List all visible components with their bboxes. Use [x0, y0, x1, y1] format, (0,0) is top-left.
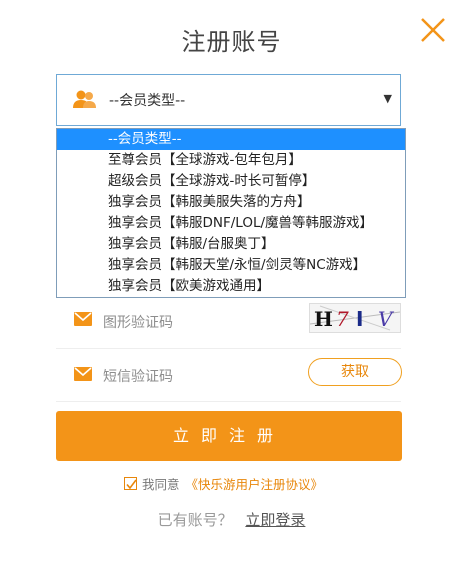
member-type-option[interactable]: 独享会员【韩服美服失落的方舟】 [57, 192, 405, 213]
chevron-down-icon: ▼ [383, 92, 392, 105]
login-link[interactable]: 立即登录 [245, 511, 305, 529]
member-type-option[interactable]: 独享会员【韩服DNF/LOL/魔兽等韩服游戏】 [57, 213, 405, 234]
login-row: 已有账号？ 立即登录 [0, 509, 463, 530]
register-button[interactable]: 立即注册 [56, 411, 402, 461]
svg-text:H: H [314, 307, 333, 331]
envelope-icon [74, 367, 92, 381]
login-prompt: 已有账号？ [157, 511, 233, 529]
agreement-checkbox[interactable] [124, 477, 137, 490]
captcha-label: 图形验证码 [103, 315, 173, 331]
sms-label: 短信验证码 [103, 369, 173, 385]
get-sms-code-button[interactable]: 获取 [308, 358, 402, 386]
member-type-value: --会员类型-- [109, 93, 186, 109]
close-icon[interactable] [418, 15, 448, 45]
captcha-image[interactable]: H 7 I V [309, 303, 401, 333]
svg-text:I: I [356, 307, 363, 331]
member-type-option[interactable]: 独享会员【韩服/台服奥丁】 [57, 234, 405, 255]
member-type-option[interactable]: 至尊会员【全球游戏-包年包月】 [57, 150, 405, 171]
svg-text:V: V [378, 307, 395, 331]
check-icon [126, 479, 137, 490]
member-type-option[interactable]: 独享会员【韩服天堂/永恒/剑灵等NC游戏】 [57, 255, 405, 276]
svg-text:7: 7 [336, 307, 349, 331]
user-group-icon [73, 90, 96, 108]
agreement-text: 我同意 [142, 477, 180, 492]
agreement-row: 我同意 《快乐游用户注册协议》 [124, 474, 323, 493]
agreement-link[interactable]: 《快乐游用户注册协议》 [186, 474, 324, 493]
member-type-option[interactable]: --会员类型-- [57, 129, 405, 150]
member-type-select[interactable]: --会员类型-- ▼ [56, 74, 401, 126]
member-type-option[interactable]: 独享会员【欧美游戏通用】 [57, 276, 405, 297]
member-type-option[interactable]: 超级会员【全球游戏-时长可暂停】 [57, 171, 405, 192]
member-type-dropdown: --会员类型-- 至尊会员【全球游戏-包年包月】 超级会员【全球游戏-时长可暂停… [56, 128, 406, 298]
page-title: 注册账号 [181, 28, 282, 56]
envelope-icon [74, 312, 92, 326]
